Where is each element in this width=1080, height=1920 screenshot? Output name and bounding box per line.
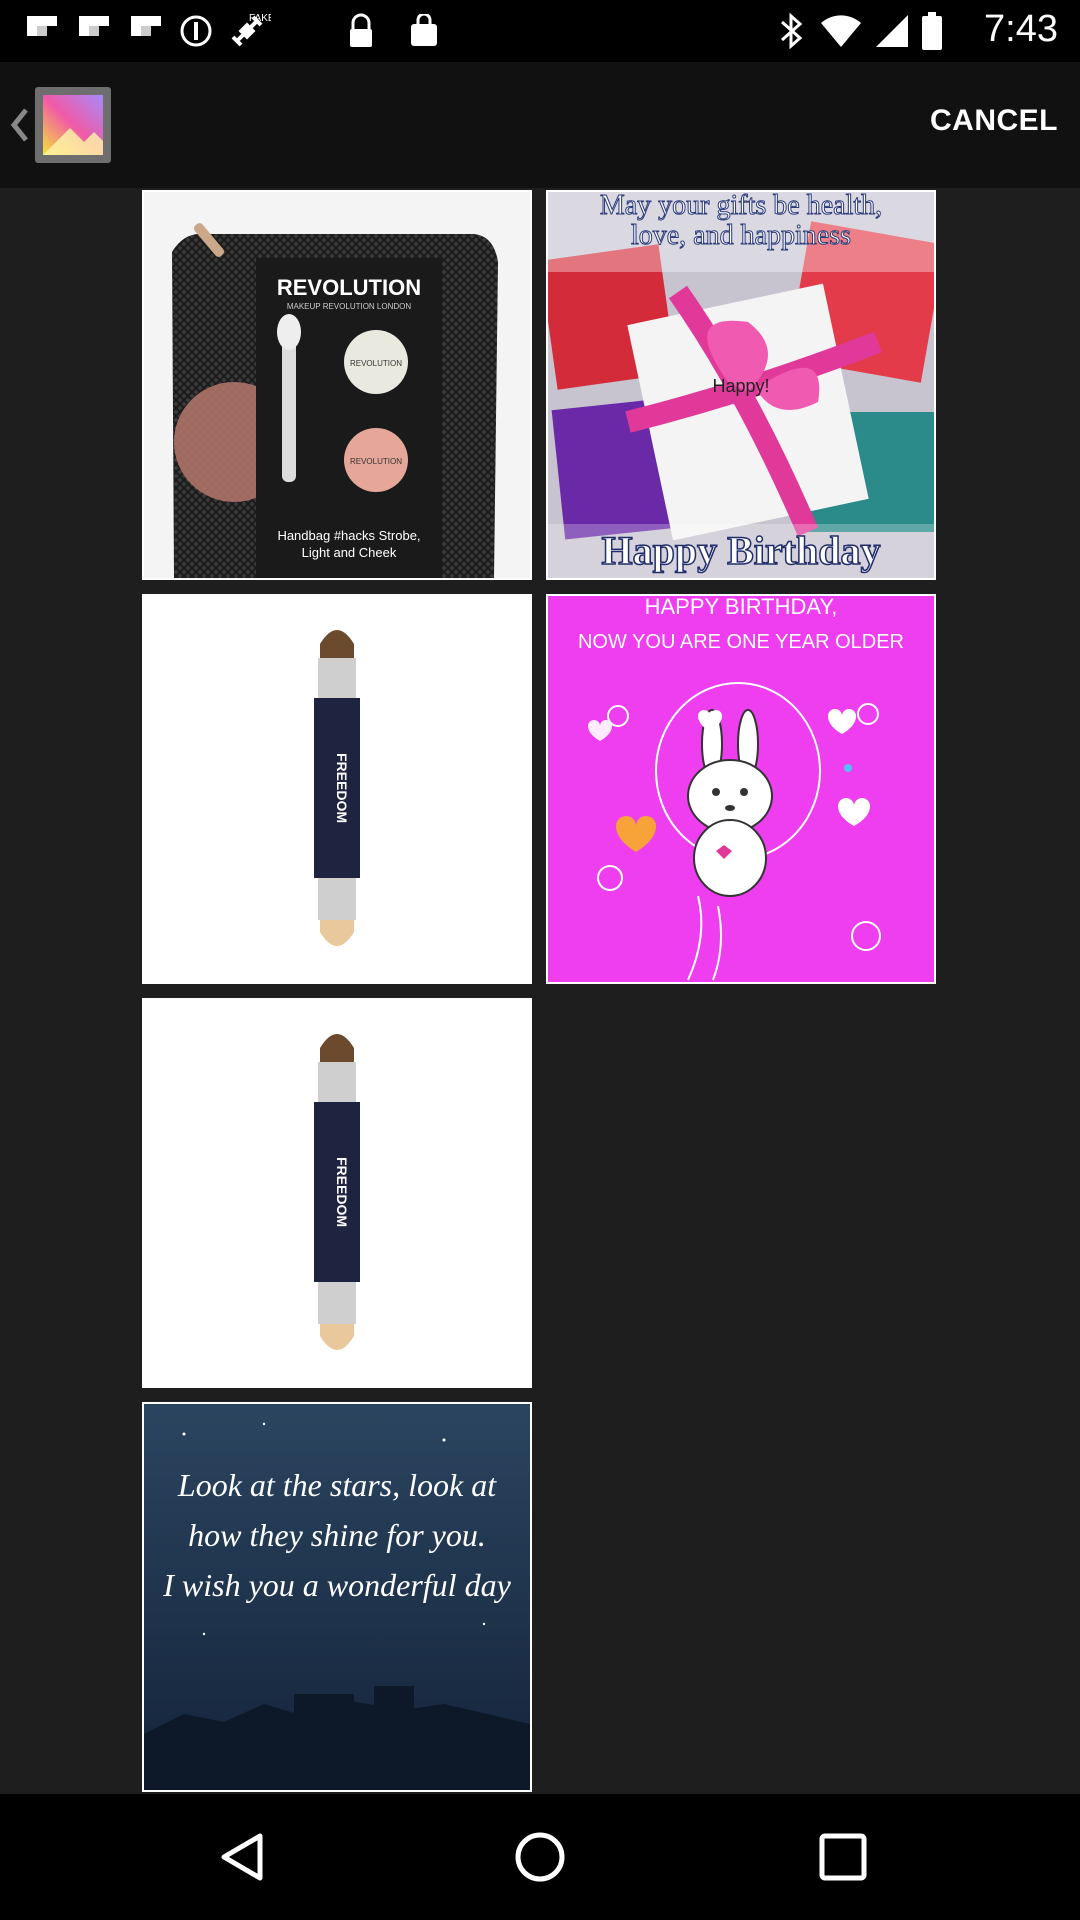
navigation-bar [0, 1794, 1080, 1920]
image-tile-contour-stick[interactable]: FREEDOM [142, 594, 532, 984]
wifi-icon [818, 10, 864, 52]
back-chevron-icon[interactable] [6, 100, 34, 150]
gift-top-line-2: love, and happiness [631, 220, 851, 251]
bluetooth-icon [774, 10, 808, 52]
stick-label: FREEDOM [334, 1157, 350, 1227]
action-bar: CANCEL [0, 62, 1080, 188]
stars-line-1: Look at the stars, look at [177, 1467, 497, 1503]
pouch-badge-top: REVOLUTION [350, 359, 402, 368]
stars-line-2: how they shine for you. [188, 1517, 486, 1553]
back-triangle-icon[interactable] [208, 1822, 278, 1892]
pouch-caption-2: Light and Cheek [302, 545, 397, 560]
record-icon [176, 10, 216, 52]
image-tile-bunny-card[interactable]: HAPPY BIRTHDAY, NOW YOU ARE ONE YEAR OLD… [546, 594, 936, 984]
lock-icon [344, 10, 378, 52]
image-tile-stars-card[interactable]: Look at the stars, look at how they shin… [142, 1402, 532, 1792]
bunny-line-1: HAPPY BIRTHDAY, [645, 596, 838, 619]
status-bar: FAKE 7:43 [0, 0, 1080, 62]
gallery-icon[interactable] [34, 86, 112, 164]
pouch-subbrand: MAKEUP REVOLUTION LONDON [287, 302, 412, 311]
home-circle-icon[interactable] [505, 1822, 575, 1892]
svg-text:FAKE: FAKE [249, 13, 271, 24]
gift-middle-text: Happy! [712, 376, 769, 396]
stick-label: FREEDOM [334, 753, 350, 823]
flipboard-icon [22, 10, 62, 52]
bunny-line-2: NOW YOU ARE ONE YEAR OLDER [578, 631, 904, 653]
image-tile-gift-card[interactable]: May your gifts be health, love, and happ… [546, 190, 936, 580]
pouch-badge-bottom: REVOLUTION [350, 457, 402, 466]
image-grid: REVOLUTION MAKEUP REVOLUTION LONDON REVO… [0, 188, 1080, 1794]
pouch-caption-1: Handbag #hacks Strobe, [277, 528, 420, 543]
cancel-button[interactable]: CANCEL [930, 104, 1058, 138]
fake-gps-icon: FAKE [226, 10, 272, 52]
stars-line-3: I wish you a wonderful day [162, 1567, 511, 1603]
flipboard-icon [126, 10, 166, 52]
recents-square-icon[interactable] [808, 1822, 878, 1892]
pouch-brand: REVOLUTION [277, 275, 421, 300]
image-tile-contour-stick-2[interactable]: FREEDOM [142, 998, 532, 1388]
status-time: 7:43 [984, 8, 1058, 50]
battery-icon [920, 10, 944, 52]
image-tile-makeup-pouch[interactable]: REVOLUTION MAKEUP REVOLUTION LONDON REVO… [142, 190, 532, 580]
signal-icon [872, 10, 912, 52]
bag-icon [404, 10, 444, 52]
flipboard-icon [74, 10, 114, 52]
gift-top-line-1: May your gifts be health, [600, 192, 882, 221]
gift-bottom-text: Happy Birthday [602, 528, 881, 573]
